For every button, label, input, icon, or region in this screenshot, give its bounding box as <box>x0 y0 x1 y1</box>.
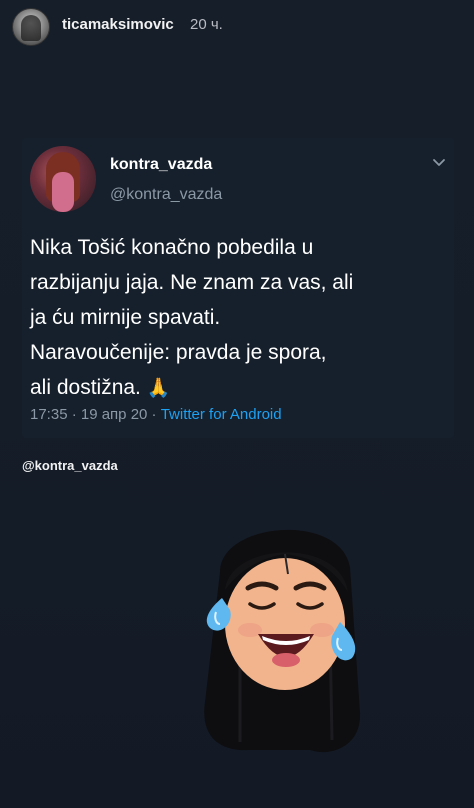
chevron-down-icon <box>433 159 445 166</box>
tweet-handle: @kontra_vazda <box>110 186 223 203</box>
laughing-memoji-sticker <box>204 529 361 753</box>
tweet-author-avatar <box>30 146 96 212</box>
tweet-card: kontra_vazda @kontra_vazda Nika Tošić ko… <box>22 138 454 438</box>
tweet-time: 17:35 · 19 апр 20 · <box>30 406 161 423</box>
mention-sticker[interactable]: @kontra_vazda <box>22 458 118 473</box>
tweet-display-name: kontra_vazda <box>110 156 213 173</box>
tweet-text: Nika Tošić konačno pobedila u razbijanju… <box>30 230 440 406</box>
praying-hands-emoji: 🙏 <box>146 378 171 399</box>
tweet-body: Nika Tošić konačno pobedila u razbijanju… <box>30 236 354 399</box>
tweet-source: Twitter for Android <box>160 406 282 423</box>
story-username[interactable]: ticamaksimovic <box>62 16 174 33</box>
story-timestamp: 20 ч. <box>190 16 223 33</box>
story-view: ticamaksimovic 20 ч. kontra_vazda @kontr… <box>0 0 474 808</box>
tweet-meta: 17:35 · 19 апр 20 · Twitter for Android <box>30 406 282 423</box>
story-user-avatar[interactable] <box>12 8 50 46</box>
story-header: ticamaksimovic 20 ч. <box>0 0 474 52</box>
